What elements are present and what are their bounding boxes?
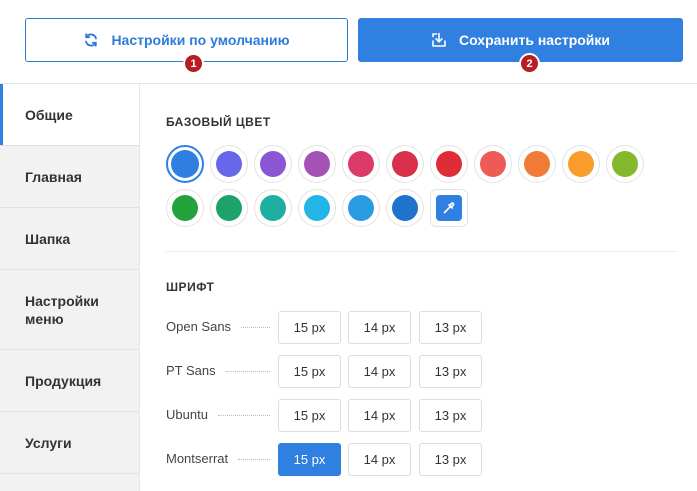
font-size-button[interactable]: 15 px bbox=[278, 399, 341, 432]
refresh-icon bbox=[83, 32, 99, 48]
color-swatch[interactable] bbox=[606, 145, 644, 183]
font-name: Montserrat bbox=[166, 451, 233, 466]
dotted-leader bbox=[238, 459, 270, 460]
font-row: Open Sans 15 px 14 px 13 px bbox=[166, 311, 686, 344]
color-swatch[interactable] bbox=[386, 189, 424, 227]
color-swatch[interactable] bbox=[166, 189, 204, 227]
swatch-dot bbox=[612, 151, 638, 177]
sidebar-item-label: Главная bbox=[25, 168, 82, 185]
color-swatch[interactable] bbox=[298, 145, 336, 183]
sidebar-item-services[interactable]: Услуги bbox=[0, 412, 139, 474]
color-swatch[interactable] bbox=[430, 145, 468, 183]
font-size-button[interactable]: 14 px bbox=[348, 399, 411, 432]
section-divider bbox=[166, 251, 676, 252]
font-size-button[interactable]: 13 px bbox=[419, 311, 482, 344]
color-swatch[interactable] bbox=[386, 145, 424, 183]
color-swatch[interactable] bbox=[474, 145, 512, 183]
save-settings-label: Сохранить настройки bbox=[458, 32, 611, 48]
swatch-dot bbox=[260, 151, 286, 177]
base-color-title: БАЗОВЫЙ ЦВЕТ bbox=[166, 115, 271, 129]
color-swatch[interactable] bbox=[210, 145, 248, 183]
sidebar-item-label: Продукция bbox=[25, 372, 102, 389]
download-icon bbox=[431, 32, 447, 48]
sidebar-item-label: Настройки меню bbox=[25, 292, 99, 327]
swatch-dot bbox=[304, 151, 330, 177]
swatch-dot bbox=[260, 195, 286, 221]
font-size-button[interactable]: 15 px bbox=[278, 311, 341, 344]
sidebar-item-label: Шапка bbox=[25, 230, 71, 247]
font-options: Open Sans 15 px 14 px 13 px PT Sans 15 px 14 p… bbox=[166, 311, 686, 487]
swatch-dot bbox=[392, 195, 418, 221]
settings-sidebar: Общие Главная Шапка Настройки меню Проду… bbox=[0, 84, 140, 491]
font-name: Ubuntu bbox=[166, 407, 212, 422]
swatch-dot bbox=[216, 195, 242, 221]
font-size-button[interactable]: 14 px bbox=[348, 355, 411, 388]
sidebar-item-general[interactable]: Общие bbox=[0, 84, 139, 146]
swatch-dot bbox=[171, 150, 199, 178]
font-size-button[interactable]: 15 px bbox=[278, 355, 341, 388]
font-row: PT Sans 15 px 14 px 13 px bbox=[166, 355, 686, 388]
swatch-row bbox=[166, 145, 686, 183]
swatch-row bbox=[166, 189, 686, 227]
eyedropper-icon bbox=[436, 195, 462, 221]
swatch-dot bbox=[304, 195, 330, 221]
font-row: Montserrat 15 px 14 px 13 px bbox=[166, 443, 686, 476]
color-swatch[interactable] bbox=[210, 189, 248, 227]
color-swatch[interactable] bbox=[342, 189, 380, 227]
sidebar-item-products[interactable]: Продукция bbox=[0, 350, 139, 412]
sidebar-item-label: Общие bbox=[25, 106, 73, 123]
font-name: PT Sans bbox=[166, 363, 220, 378]
font-row: Ubuntu 15 px 14 px 13 px bbox=[166, 399, 686, 432]
swatch-dot bbox=[172, 195, 198, 221]
font-size-button[interactable]: 14 px bbox=[348, 443, 411, 476]
font-size-button[interactable]: 13 px bbox=[419, 443, 482, 476]
font-size-button[interactable]: 13 px bbox=[419, 355, 482, 388]
swatch-dot bbox=[568, 151, 594, 177]
color-swatch[interactable] bbox=[298, 189, 336, 227]
font-title: ШРИФТ bbox=[166, 280, 215, 294]
save-settings-button[interactable]: Сохранить настройки bbox=[358, 18, 683, 62]
swatch-dot bbox=[348, 195, 374, 221]
swatch-dot bbox=[480, 151, 506, 177]
swatch-dot bbox=[436, 151, 462, 177]
dotted-leader bbox=[241, 327, 270, 328]
reset-defaults-label: Настройки по умолчанию bbox=[111, 32, 290, 48]
color-swatch[interactable] bbox=[166, 145, 204, 183]
save-badge: 2 bbox=[519, 53, 540, 74]
swatch-dot bbox=[216, 151, 242, 177]
settings-content: БАЗОВЫЙ ЦВЕТ ШРИФТ Open Sans 15 px 14 px 13… bbox=[140, 84, 697, 491]
color-swatches bbox=[166, 145, 686, 233]
swatch-dot bbox=[392, 151, 418, 177]
color-swatch[interactable] bbox=[562, 145, 600, 183]
font-name: Open Sans bbox=[166, 319, 236, 334]
sidebar-item-label: Услуги bbox=[25, 434, 72, 451]
color-swatch[interactable] bbox=[254, 145, 292, 183]
top-toolbar: Настройки по умолчанию 1 Сохранить настр… bbox=[0, 0, 697, 84]
swatch-dot bbox=[524, 151, 550, 177]
font-size-button[interactable]: 13 px bbox=[419, 399, 482, 432]
swatch-dot bbox=[348, 151, 374, 177]
font-size-button[interactable]: 14 px bbox=[348, 311, 411, 344]
font-size-button[interactable]: 15 px bbox=[278, 443, 341, 476]
custom-color-picker[interactable] bbox=[430, 189, 468, 227]
sidebar-item-main[interactable]: Главная bbox=[0, 146, 139, 208]
sidebar-item-header[interactable]: Шапка bbox=[0, 208, 139, 270]
sidebar-item-menu-settings[interactable]: Настройки меню bbox=[0, 270, 139, 350]
dotted-leader bbox=[226, 371, 270, 372]
reset-badge: 1 bbox=[183, 53, 204, 74]
dotted-leader bbox=[218, 415, 270, 416]
color-swatch[interactable] bbox=[254, 189, 292, 227]
color-swatch[interactable] bbox=[342, 145, 380, 183]
color-swatch[interactable] bbox=[518, 145, 556, 183]
